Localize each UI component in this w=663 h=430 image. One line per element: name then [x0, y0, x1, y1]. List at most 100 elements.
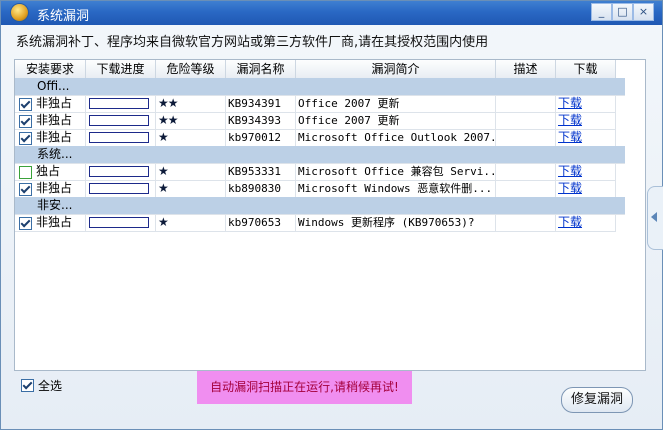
table-row[interactable]: 非独占 ★★ KB934391 Office 2007 更新 下载	[15, 95, 616, 113]
select-all[interactable]: 全选	[21, 377, 62, 394]
patch-intro: Microsoft Office Outlook 2007...	[298, 129, 496, 146]
minimize-button[interactable]: _	[591, 3, 612, 21]
patch-name: KB953331	[226, 163, 296, 180]
install-req-text: 非独占	[36, 130, 73, 144]
collapse-panel-handle[interactable]	[647, 186, 663, 250]
progress-cell	[86, 214, 156, 231]
download-link[interactable]: 下载	[556, 130, 582, 144]
install-req-cell: 非独占	[15, 214, 86, 231]
download-cell: 下载	[556, 129, 616, 146]
download-cell: 下载	[556, 95, 616, 112]
table-row[interactable]: 独占 ★ KB953331 Microsoft Office 兼容包 Servi...…	[15, 163, 616, 181]
download-cell: 下载	[556, 180, 616, 197]
install-req-cell: 独占	[15, 163, 86, 180]
patch-table: 安装要求 下载进度 危险等级 漏洞名称 漏洞简介 描述 下载 Offi... 非独…	[14, 59, 646, 371]
install-req-text: 独占	[36, 164, 61, 178]
select-all-checkbox[interactable]	[21, 379, 34, 392]
title-bar: 系统漏洞 _ □ ×	[1, 1, 662, 25]
patch-desc	[496, 112, 556, 129]
col-download[interactable]: 下载	[556, 60, 616, 78]
download-progress-bar	[89, 132, 149, 143]
risk-stars: ★★	[156, 112, 226, 129]
row-checkbox[interactable]	[19, 115, 32, 128]
window-title: 系统漏洞	[37, 9, 90, 24]
download-cell: 下载	[556, 163, 616, 180]
col-intro[interactable]: 漏洞简介	[296, 60, 496, 78]
usage-notice: 系统漏洞补丁、程序均来自微软官方网站或第三方软件厂商,请在其授权范围内使用	[16, 35, 489, 50]
maximize-button[interactable]: □	[612, 3, 633, 21]
group-row[interactable]: Offi...	[15, 78, 625, 96]
scan-status-banner: 自动漏洞扫描正在运行,请稍候再试!	[197, 371, 412, 404]
download-cell: 下载	[556, 214, 616, 231]
table-row[interactable]: 非独占 ★ kb970012 Microsoft Office Outlook 200…	[15, 129, 616, 147]
patch-desc	[496, 163, 556, 180]
patch-name: kb970653	[226, 214, 296, 231]
risk-stars: ★	[156, 163, 226, 180]
row-checkbox[interactable]	[19, 166, 32, 179]
patch-desc	[496, 129, 556, 146]
table-header: 安装要求 下载进度 危险等级 漏洞名称 漏洞简介 描述 下载	[15, 60, 616, 79]
table-row[interactable]: 非独占 ★ kb890830 Microsoft Windows 恶意软件删... 下载	[15, 180, 616, 198]
install-req-cell: 非独占	[15, 95, 86, 112]
patch-name: kb970012	[226, 129, 296, 146]
download-progress-bar	[89, 115, 149, 126]
patch-intro: Office 2007 更新	[296, 95, 496, 112]
download-cell: 下载	[556, 112, 616, 129]
col-desc[interactable]: 描述	[496, 60, 556, 78]
row-checkbox[interactable]	[19, 183, 32, 196]
patch-desc	[496, 180, 556, 197]
download-link[interactable]: 下载	[556, 181, 582, 195]
patch-desc	[496, 214, 556, 231]
col-risk[interactable]: 危险等级	[156, 60, 226, 78]
group-label: Offi...	[37, 79, 70, 93]
download-progress-bar	[89, 183, 149, 194]
download-link[interactable]: 下载	[556, 164, 582, 178]
install-req-text: 非独占	[36, 113, 73, 127]
risk-stars: ★	[156, 129, 226, 146]
download-progress-bar	[89, 98, 149, 109]
row-checkbox[interactable]	[19, 217, 32, 230]
window-controls: _ □ ×	[591, 3, 654, 21]
install-req-text: 非独占	[36, 215, 73, 229]
patch-name: KB934393	[226, 112, 296, 129]
row-checkbox[interactable]	[19, 132, 32, 145]
patch-name: KB934391	[226, 95, 296, 112]
patch-intro: Microsoft Office 兼容包 Servi...	[298, 163, 496, 180]
risk-stars: ★	[156, 214, 226, 231]
install-req-cell: 非独占	[15, 180, 86, 197]
row-checkbox[interactable]	[19, 98, 32, 111]
col-name[interactable]: 漏洞名称	[226, 60, 296, 78]
install-req-text: 非独占	[36, 181, 73, 195]
select-all-label: 全选	[38, 379, 63, 393]
progress-cell	[86, 95, 156, 112]
fix-vulnerabilities-button[interactable]: 修复漏洞	[561, 387, 633, 413]
patch-intro: Office 2007 更新	[296, 112, 496, 129]
install-req-cell: 非独占	[15, 129, 86, 146]
patch-desc	[496, 95, 556, 112]
download-link[interactable]: 下载	[556, 96, 582, 110]
col-progress[interactable]: 下载进度	[86, 60, 156, 78]
table-row[interactable]: 非独占 ★★ KB934393 Office 2007 更新 下载	[15, 112, 616, 130]
download-progress-bar	[89, 217, 149, 228]
table-row[interactable]: 非独占 ★ kb970653 Windows 更新程序 (KB970653)? 下载	[15, 214, 616, 232]
download-progress-bar	[89, 166, 149, 177]
progress-cell	[86, 112, 156, 129]
progress-cell	[86, 180, 156, 197]
download-link[interactable]: 下载	[556, 113, 582, 127]
group-label: 非安...	[37, 198, 73, 212]
patch-name: kb890830	[226, 180, 296, 197]
install-req-text: 非独占	[36, 96, 73, 110]
patch-intro: Windows 更新程序 (KB970653)?	[296, 214, 496, 231]
col-install-req[interactable]: 安装要求	[15, 60, 86, 78]
group-row[interactable]: 非安...	[15, 197, 625, 215]
download-link[interactable]: 下载	[556, 215, 582, 229]
progress-cell	[86, 129, 156, 146]
risk-stars: ★★	[156, 95, 226, 112]
close-button[interactable]: ×	[633, 3, 654, 21]
risk-stars: ★	[156, 180, 226, 197]
group-row[interactable]: 系统...	[15, 146, 625, 164]
vulnerability-window: 系统漏洞 _ □ × 系统漏洞补丁、程序均来自微软官方网站或第三方软件厂商,请在…	[0, 0, 663, 430]
group-label: 系统...	[37, 147, 73, 161]
app-shield-icon	[11, 4, 28, 21]
install-req-cell: 非独占	[15, 112, 86, 129]
